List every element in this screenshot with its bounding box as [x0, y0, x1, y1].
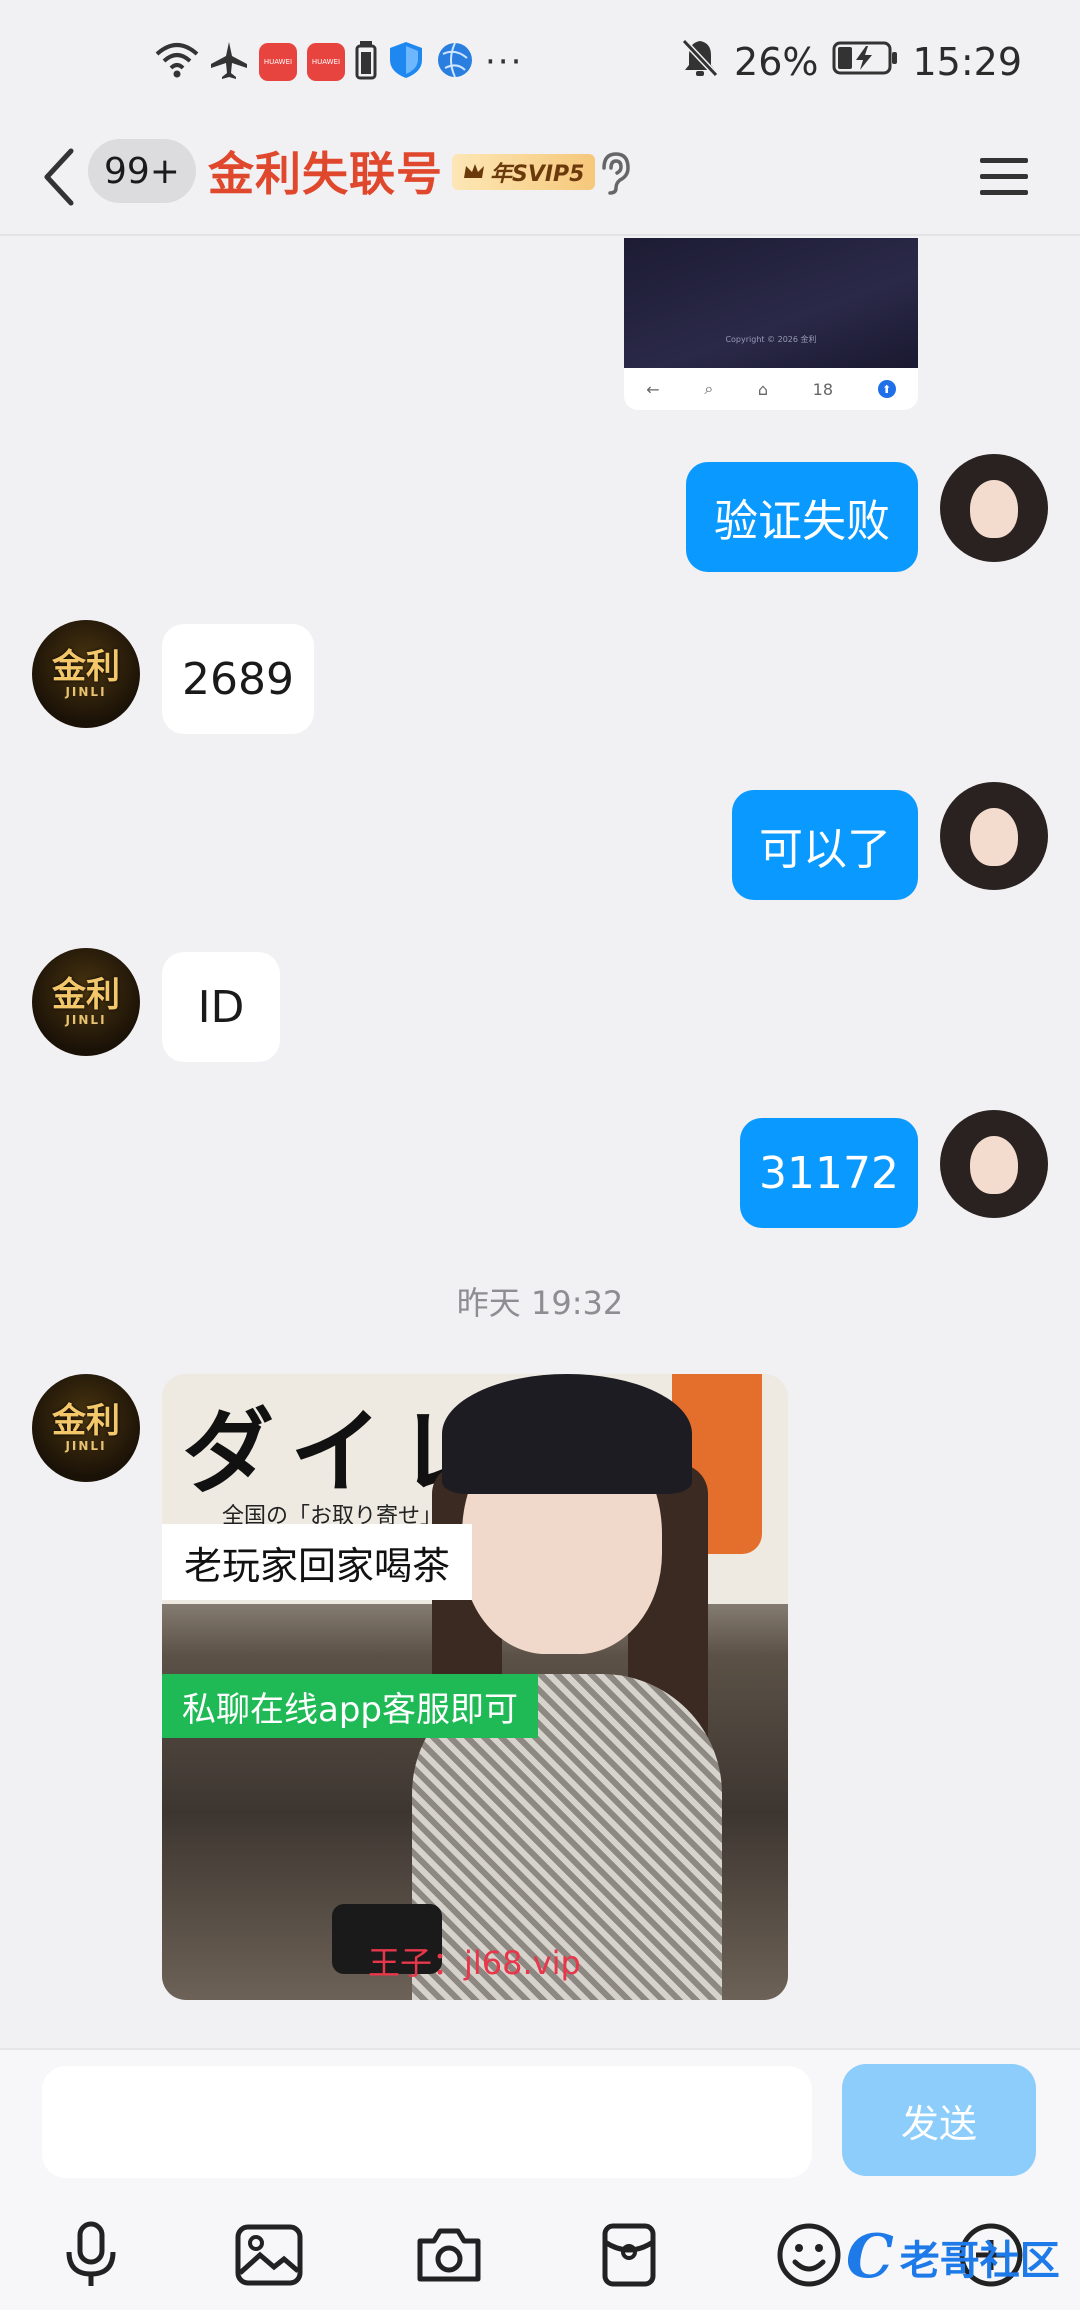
tabs-icon: 18: [812, 379, 834, 399]
crown-icon: [464, 164, 484, 178]
photo-hat: [442, 1374, 692, 1494]
image-icon: [235, 2224, 303, 2286]
avatar-brand-subtext: JINLI: [65, 1439, 107, 1453]
photo-caption-white: 老玩家回家喝茶: [162, 1524, 473, 1600]
more-notifications-icon: ···: [485, 42, 524, 82]
ear-icon[interactable]: [594, 150, 634, 196]
my-avatar[interactable]: [940, 454, 1048, 562]
contact-avatar[interactable]: 金利 JINLI: [32, 1374, 140, 1482]
avatar-brand-subtext: JINLI: [65, 1013, 107, 1027]
contact-avatar[interactable]: 金利 JINLI: [32, 620, 140, 728]
vip-badge-label: 年SVIP5: [490, 162, 585, 187]
globe-icon: [435, 40, 475, 84]
chevron-left-icon: [44, 148, 74, 206]
search-icon: ⌕: [704, 379, 714, 398]
avatar-brand-text: 金利: [52, 647, 120, 687]
my-avatar[interactable]: [940, 782, 1048, 890]
wifi-icon: [155, 40, 199, 84]
incoming-message-bubble[interactable]: ID: [162, 952, 280, 1062]
outgoing-message-bubble[interactable]: 可以了: [732, 790, 918, 900]
camera-button[interactable]: [406, 2212, 492, 2298]
send-button[interactable]: 发送: [842, 2064, 1036, 2176]
emoji-icon: [777, 2223, 841, 2287]
red-packet-button[interactable]: [586, 2212, 672, 2298]
contact-avatar[interactable]: 金利 JINLI: [32, 948, 140, 1056]
shield-icon: [387, 40, 425, 84]
watermark-logo-icon: C: [846, 2222, 894, 2292]
my-avatar[interactable]: [940, 1110, 1048, 1218]
chat-title[interactable]: 金利失联号: [208, 138, 443, 204]
battery-charging-icon: [832, 40, 898, 84]
message-list[interactable]: Copyright © 2026 金利 ← ⌕ ⌂ 18 ⬆ 验证失败 金利 J…: [0, 238, 1080, 2048]
clock-time: 15:29: [912, 40, 1022, 84]
status-bar-right: 26% 15:29: [680, 38, 1022, 86]
avatar-brand-text: 金利: [52, 975, 120, 1015]
emoji-button[interactable]: [766, 2212, 852, 2298]
huawei-app-icon: HUAWEI: [307, 43, 345, 81]
outgoing-message-bubble[interactable]: 31172: [740, 1118, 918, 1228]
menu-button[interactable]: [976, 148, 1032, 204]
bell-muted-icon: [680, 37, 720, 88]
chat-header: 99+ 金利失联号 年SVIP5: [0, 124, 1080, 236]
status-bar: HUAWEI HUAWEI ··· 26% 15:29: [0, 0, 1080, 124]
image-button[interactable]: [226, 2212, 312, 2298]
outgoing-message-bubble[interactable]: 验证失败: [686, 462, 918, 572]
avatar-brand-subtext: JINLI: [65, 685, 107, 699]
watermark-text: 老哥社区: [899, 2238, 1060, 2284]
hamburger-menu-icon: [980, 158, 1028, 195]
vip-badge[interactable]: 年SVIP5: [452, 154, 595, 190]
battery-percent: 26%: [734, 40, 819, 84]
arrow-left-icon: ←: [646, 379, 660, 399]
chat-screen: HUAWEI HUAWEI ··· 26% 15:29 99+ 金利失联号 年S…: [0, 0, 1080, 2310]
screenshot-image: Copyright © 2026 金利: [624, 238, 918, 368]
airplane-icon: [209, 40, 249, 84]
microphone-icon: [66, 2221, 116, 2286]
image-message-photo[interactable]: ダイレク 全国の「お取り寄せ」検 老玩家回家喝茶 私聊在线app客服即可 王子：…: [162, 1374, 788, 2000]
site-watermark: C 老哥社区: [846, 2222, 1060, 2292]
red-packet-icon: [602, 2223, 656, 2287]
home-icon: ⌂: [757, 379, 769, 399]
battery-alert-icon: [355, 40, 377, 84]
incoming-message-bubble[interactable]: 2689: [162, 624, 314, 734]
back-button[interactable]: [32, 140, 84, 214]
photo-caption-green: 私聊在线app客服即可: [162, 1674, 538, 1738]
camera-icon: [417, 2228, 481, 2282]
avatar-brand-text: 金利: [52, 1401, 120, 1441]
status-bar-left: HUAWEI HUAWEI ···: [155, 38, 523, 86]
photo-watermark: 王子：jl68.vip: [368, 1944, 581, 1982]
input-area: 发送 C 老哥社区: [0, 2048, 1080, 2310]
image-message-screenshot[interactable]: Copyright © 2026 金利 ← ⌕ ⌂ 18 ⬆: [624, 238, 918, 410]
message-input[interactable]: [42, 2066, 812, 2178]
huawei-app-icon: HUAWEI: [259, 43, 297, 81]
upload-icon: ⬆: [877, 380, 896, 398]
voice-button[interactable]: [48, 2212, 134, 2298]
screenshot-nav-bar: ← ⌕ ⌂ 18 ⬆: [624, 368, 918, 410]
screenshot-caption: Copyright © 2026 金利: [725, 335, 817, 344]
unread-count-badge[interactable]: 99+: [88, 139, 196, 203]
time-separator: 昨天 19:32: [456, 1284, 624, 1322]
